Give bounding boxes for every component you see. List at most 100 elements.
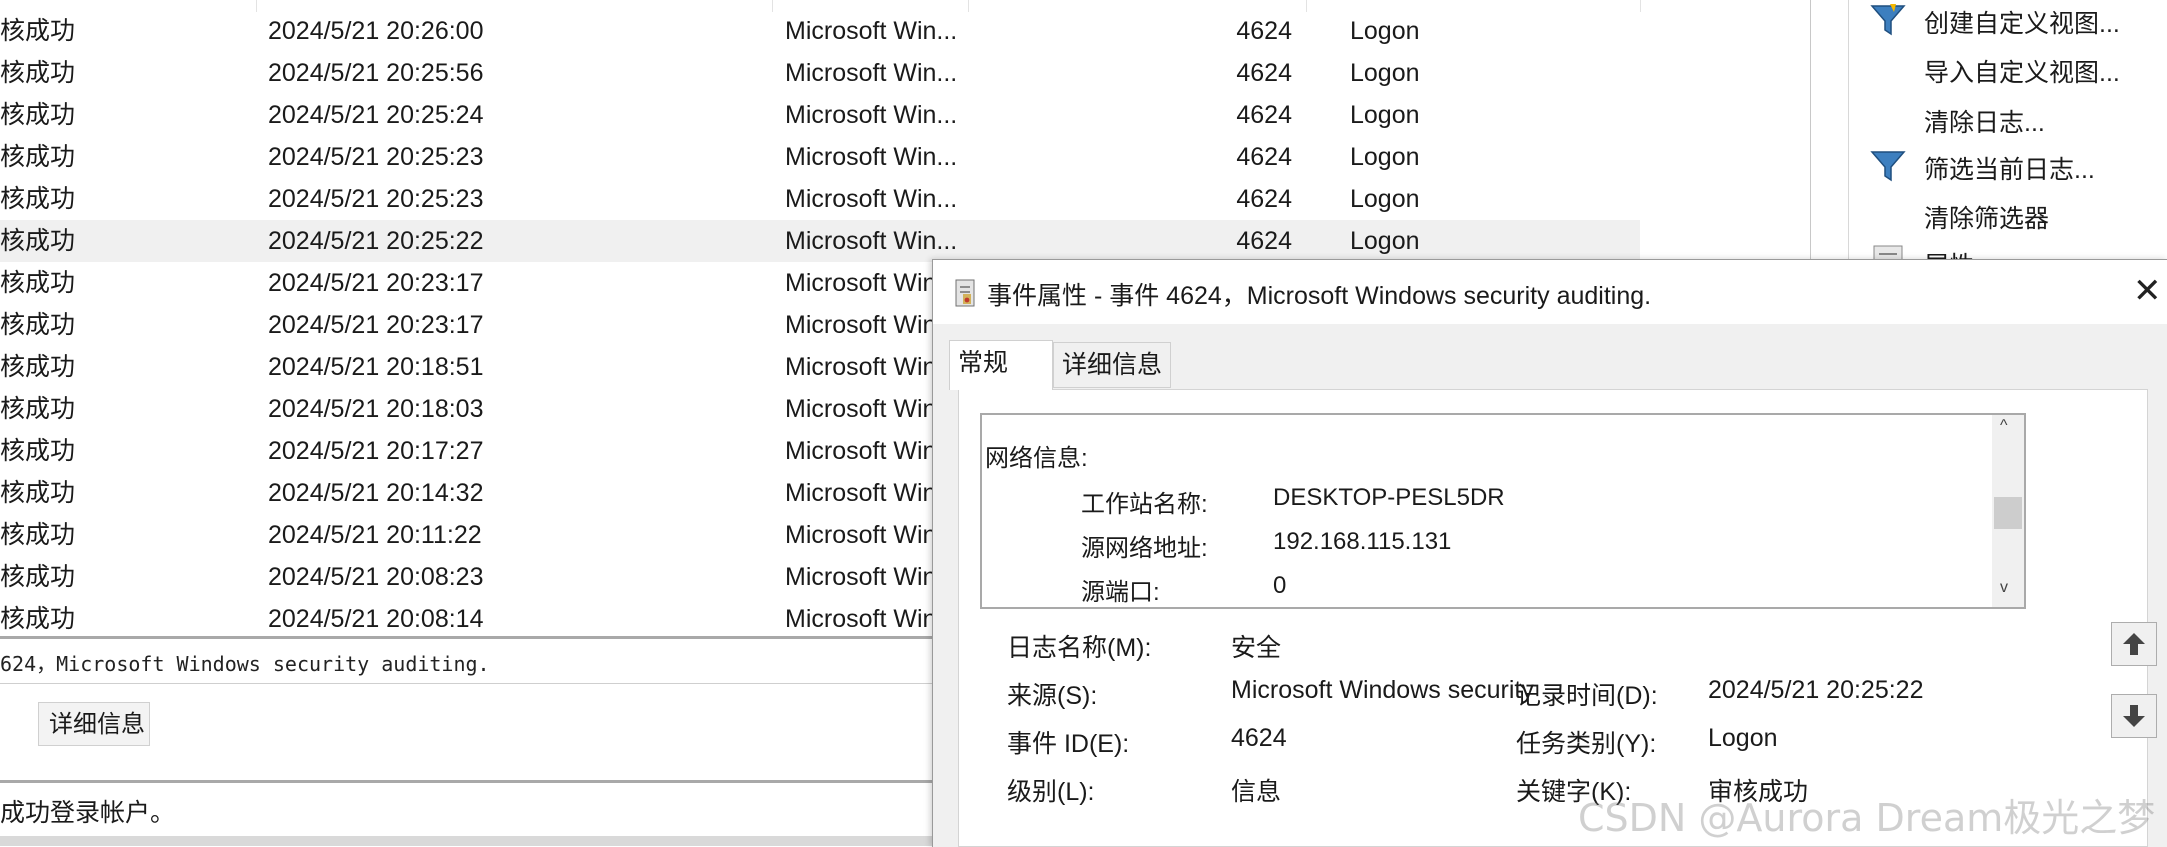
event-source-cell: Microsoft Win — [785, 395, 937, 423]
event-date-cell: 2024/5/21 20:25:56 — [268, 59, 484, 87]
description-scrollbar[interactable]: ^ v — [1992, 415, 2024, 607]
event-level-cell: 核成功 — [0, 143, 76, 171]
event-date-cell: 2024/5/21 20:25:24 — [268, 101, 484, 129]
watermark: CSDN @Aurora Dream极光之梦 — [1578, 796, 2156, 840]
event-date-cell: 2024/5/21 20:18:51 — [268, 353, 484, 381]
preview-tab-general[interactable] — [0, 702, 39, 746]
next-event-button[interactable] — [2111, 694, 2157, 738]
scroll-up-icon[interactable]: ^ — [2000, 417, 2008, 435]
close-button[interactable]: ✕ — [2133, 274, 2162, 308]
dialog-body: 详细信息 常规 网络信息: 工作站名称: DESKTOP-PESL5DR 源网络… — [933, 324, 2167, 847]
event-date-cell: 2024/5/21 20:18:03 — [268, 395, 484, 423]
event-level-cell: 核成功 — [0, 269, 76, 297]
event-category-cell: Logon — [1350, 227, 1420, 255]
tab-content-general: 网络信息: 工作站名称: DESKTOP-PESL5DR 源网络地址: 192.… — [958, 389, 2148, 847]
dialog-title: 事件属性 - 事件 4624，Microsoft Windows securit… — [987, 282, 1652, 310]
event-level-cell: 核成功 — [0, 59, 76, 87]
event-source-cell: Microsoft Win... — [785, 101, 955, 129]
src-addr-label: 源网络地址: — [1081, 535, 1208, 562]
event-level-cell: 核成功 — [0, 185, 76, 213]
event-source-cell: Microsoft Win — [785, 353, 937, 381]
task-category-label: 任务类别(Y): — [1516, 730, 1657, 758]
event-id-cell: 4624 — [1236, 17, 1292, 45]
event-level-cell: 核成功 — [0, 563, 76, 591]
event-date-cell: 2024/5/21 20:23:17 — [268, 269, 484, 297]
table-row[interactable]: 核成功 2024/5/21 20:25:56 Microsoft Win... 462… — [0, 52, 1640, 94]
source-value: Microsoft Windows security — [1231, 676, 1534, 704]
event-source-cell: Microsoft Win — [785, 563, 937, 591]
action-import-custom-view[interactable]: 导入自定义视图... — [1924, 53, 2120, 89]
action-clear-filter[interactable]: 清除筛选器 — [1924, 199, 2049, 235]
log-name-label: 日志名称(M): — [1007, 634, 1152, 662]
arrow-down-icon — [2123, 705, 2145, 727]
table-row[interactable]: 核成功 2024/5/21 20:25:22 Microsoft Win... 462… — [0, 220, 1640, 262]
event-category-cell: Logon — [1350, 185, 1420, 213]
event-level-cell: 核成功 — [0, 227, 76, 255]
src-port-value: 0 — [1273, 572, 1287, 599]
event-date-cell: 2024/5/21 20:08:23 — [268, 563, 484, 591]
tab-details[interactable]: 详细信息 — [1053, 342, 1171, 388]
event-date-cell: 2024/5/21 20:23:17 — [268, 311, 484, 339]
task-category-value: Logon — [1708, 724, 1778, 752]
event-category-cell: Logon — [1350, 59, 1420, 87]
event-log-icon — [955, 279, 975, 307]
source-label: 来源(S): — [1007, 682, 1098, 710]
event-date-cell: 2024/5/21 20:25:22 — [268, 227, 484, 255]
event-level-cell: 核成功 — [0, 605, 76, 633]
table-row[interactable]: 核成功 2024/5/21 20:25:23 Microsoft Win... 462… — [0, 136, 1640, 178]
table-row[interactable]: 核成功 2024/5/21 20:25:24 Microsoft Win... 462… — [0, 94, 1640, 136]
event-level-cell: 核成功 — [0, 479, 76, 507]
arrow-up-icon — [2123, 633, 2145, 655]
event-source-cell: Microsoft Win... — [785, 185, 955, 213]
preview-tab-details[interactable]: 详细信息 — [38, 702, 150, 746]
event-level-cell: 核成功 — [0, 521, 76, 549]
action-clear-log[interactable]: 清除日志... — [1924, 103, 2045, 139]
event-properties-dialog: 事件属性 - 事件 4624，Microsoft Windows securit… — [932, 259, 2167, 847]
event-category-cell: Logon — [1350, 143, 1420, 171]
event-date-cell: 2024/5/21 20:14:32 — [268, 479, 484, 507]
event-source-cell: Microsoft Win... — [785, 143, 955, 171]
logged-value: 2024/5/21 20:25:22 — [1708, 676, 1924, 704]
event-level-cell: 核成功 — [0, 311, 76, 339]
action-filter-current-log[interactable]: 筛选当前日志... — [1924, 150, 2095, 186]
event-id-cell: 4624 — [1236, 59, 1292, 87]
event-source-cell: Microsoft Win — [785, 269, 937, 297]
filter-icon — [1870, 4, 1906, 36]
description-box[interactable]: 网络信息: 工作站名称: DESKTOP-PESL5DR 源网络地址: 192.… — [980, 413, 2026, 609]
event-source-cell: Microsoft Win — [785, 479, 937, 507]
event-source-cell: Microsoft Win — [785, 437, 937, 465]
scroll-down-icon[interactable]: v — [2000, 579, 2008, 597]
filter-icon — [1870, 151, 1906, 182]
previous-event-button[interactable] — [2111, 622, 2157, 666]
event-id-cell: 4624 — [1236, 143, 1292, 171]
event-id-cell: 4624 — [1236, 101, 1292, 129]
src-port-label: 源端口: — [1081, 579, 1160, 606]
tab-general[interactable]: 常规 — [949, 340, 1053, 390]
scroll-thumb[interactable] — [1994, 497, 2022, 529]
table-row[interactable]: 核成功 2024/5/21 20:26:00 Microsoft Win... 462… — [0, 10, 1640, 52]
table-row[interactable]: 核成功 2024/5/21 20:25:23 Microsoft Win... 462… — [0, 178, 1640, 220]
event-date-cell: 2024/5/21 20:25:23 — [268, 185, 484, 213]
event-source-cell: Microsoft Win — [785, 311, 937, 339]
event-level-cell: 核成功 — [0, 395, 76, 423]
src-addr-value: 192.168.115.131 — [1273, 528, 1452, 555]
event-id-value: 4624 — [1231, 724, 1287, 752]
event-id-label: 事件 ID(E): — [1007, 730, 1130, 758]
preview-event-title: 624，Microsoft Windows security auditing. — [0, 652, 490, 676]
event-source-cell: Microsoft Win — [785, 605, 937, 633]
event-id-cell: 4624 — [1236, 185, 1292, 213]
level-value: 信息 — [1231, 778, 1282, 806]
action-create-custom-view[interactable]: 创建自定义视图... — [1924, 4, 2120, 40]
close-icon: ✕ — [2133, 272, 2162, 310]
dialog-titlebar[interactable]: 事件属性 - 事件 4624，Microsoft Windows securit… — [933, 260, 2167, 324]
logged-label: 记录时间(D): — [1516, 682, 1658, 710]
event-level-cell: 核成功 — [0, 17, 76, 45]
workstation-label: 工作站名称: — [1081, 491, 1208, 518]
event-date-cell: 2024/5/21 20:25:23 — [268, 143, 484, 171]
log-name-value: 安全 — [1231, 634, 1282, 662]
event-category-cell: Logon — [1350, 17, 1420, 45]
event-source-cell: Microsoft Win... — [785, 227, 955, 255]
column-separator — [1640, 0, 1641, 12]
event-level-cell: 核成功 — [0, 437, 76, 465]
event-level-cell: 核成功 — [0, 101, 76, 129]
